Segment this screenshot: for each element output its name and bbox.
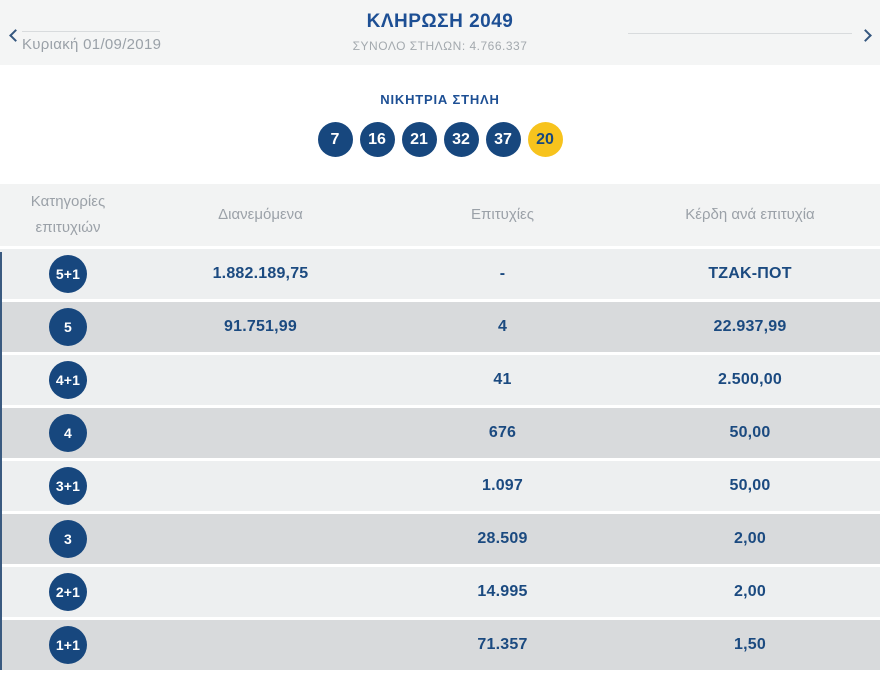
number-ball: 21: [401, 122, 437, 157]
joker-draw-results-page: Κυριακή 01/09/2019 ΚΛΗΡΩΣΗ 2049 ΣΥΝΟΛΟ Σ…: [0, 0, 880, 676]
winners-count: 1.097: [481, 477, 524, 494]
winning-column-section: ΝΙΚΗΤΡΙΑ ΣΤΗΛΗ 7 16 21 32 37 20: [0, 65, 880, 157]
table-row: 1+1 71.357 1,50: [0, 620, 880, 670]
distributed-amount: 1.882.189,75: [212, 265, 309, 282]
table-row: 4 676 50,00: [0, 408, 880, 458]
category-badge: 5+1: [49, 255, 87, 293]
prize-per-winner: 2,00: [734, 583, 766, 600]
category-badge: 4+1: [49, 361, 87, 399]
category-badge: 4: [49, 414, 87, 452]
table-row: 2+1 14.995 2,00: [0, 567, 880, 617]
results-table-body: 5+1 1.882.189,75 - ΤΖΑΚ-ΠΟΤ 5 91.751,99 4 22.93…: [0, 249, 880, 670]
prize-per-winner: 1,50: [734, 636, 766, 653]
bonus-number-ball: 20: [527, 122, 563, 157]
results-table-header: Κατηγορίες επιτυχιών Διανεμόμενα Επιτυχί…: [0, 184, 880, 246]
column-header-winners: Επιτυχίες: [471, 206, 534, 223]
prize-per-winner: 50,00: [729, 477, 771, 494]
winning-numbers: 7 16 21 32 37 20: [0, 122, 880, 157]
results-table: Κατηγορίες επιτυχιών Διανεμόμενα Επιτυχί…: [0, 184, 880, 670]
table-row: 5+1 1.882.189,75 - ΤΖΑΚ-ΠΟΤ: [0, 249, 880, 299]
table-row: 3 28.509 2,00: [0, 514, 880, 564]
prize-per-winner: 22.937,99: [713, 318, 787, 335]
prize-per-winner: 2.500,00: [718, 371, 782, 388]
winners-count: 14.995: [477, 583, 528, 600]
draw-navigation-bar: Κυριακή 01/09/2019 ΚΛΗΡΩΣΗ 2049 ΣΥΝΟΛΟ Σ…: [0, 0, 880, 65]
winners-count: 41: [493, 371, 512, 388]
category-badge: 3: [49, 520, 87, 558]
table-row: 5 91.751,99 4 22.937,99: [0, 302, 880, 352]
winners-count: -: [499, 265, 506, 282]
winners-count: 28.509: [477, 530, 528, 547]
winners-count: 676: [488, 424, 517, 441]
table-row: 3+1 1.097 50,00: [0, 461, 880, 511]
column-header-categories: Κατηγορίες επιτυχιών: [30, 193, 106, 236]
number-ball: 37: [485, 122, 521, 157]
prize-per-winner: 50,00: [729, 424, 771, 441]
divider-line-right: [628, 33, 852, 34]
winners-count: 4: [497, 318, 508, 335]
winners-count: 71.357: [477, 636, 528, 653]
category-badge: 1+1: [49, 626, 87, 664]
next-draw-button[interactable]: [852, 22, 878, 48]
category-badge: 5: [49, 308, 87, 346]
chevron-right-icon: [858, 28, 872, 42]
category-badge: 2+1: [49, 573, 87, 611]
total-columns-label: ΣΥΝΟΛΟ ΣΤΗΛΩΝ: 4.766.337: [352, 39, 528, 53]
prize-per-winner: 2,00: [734, 530, 766, 547]
winning-column-title: ΝΙΚΗΤΡΙΑ ΣΤΗΛΗ: [380, 92, 500, 107]
draw-title: ΚΛΗΡΩΣΗ 2049: [366, 11, 514, 32]
category-badge: 3+1: [49, 467, 87, 505]
number-ball: 7: [317, 122, 353, 157]
column-header-distributed: Διανεμόμενα: [218, 206, 303, 223]
distributed-amount: 91.751,99: [224, 318, 297, 335]
number-ball: 16: [359, 122, 395, 157]
table-row: 4+1 41 2.500,00: [0, 355, 880, 405]
number-ball: 32: [443, 122, 479, 157]
prize-per-winner: ΤΖΑΚ-ΠΟΤ: [708, 265, 792, 282]
column-header-prize: Κέρδη ανά επιτυχία: [685, 206, 815, 223]
